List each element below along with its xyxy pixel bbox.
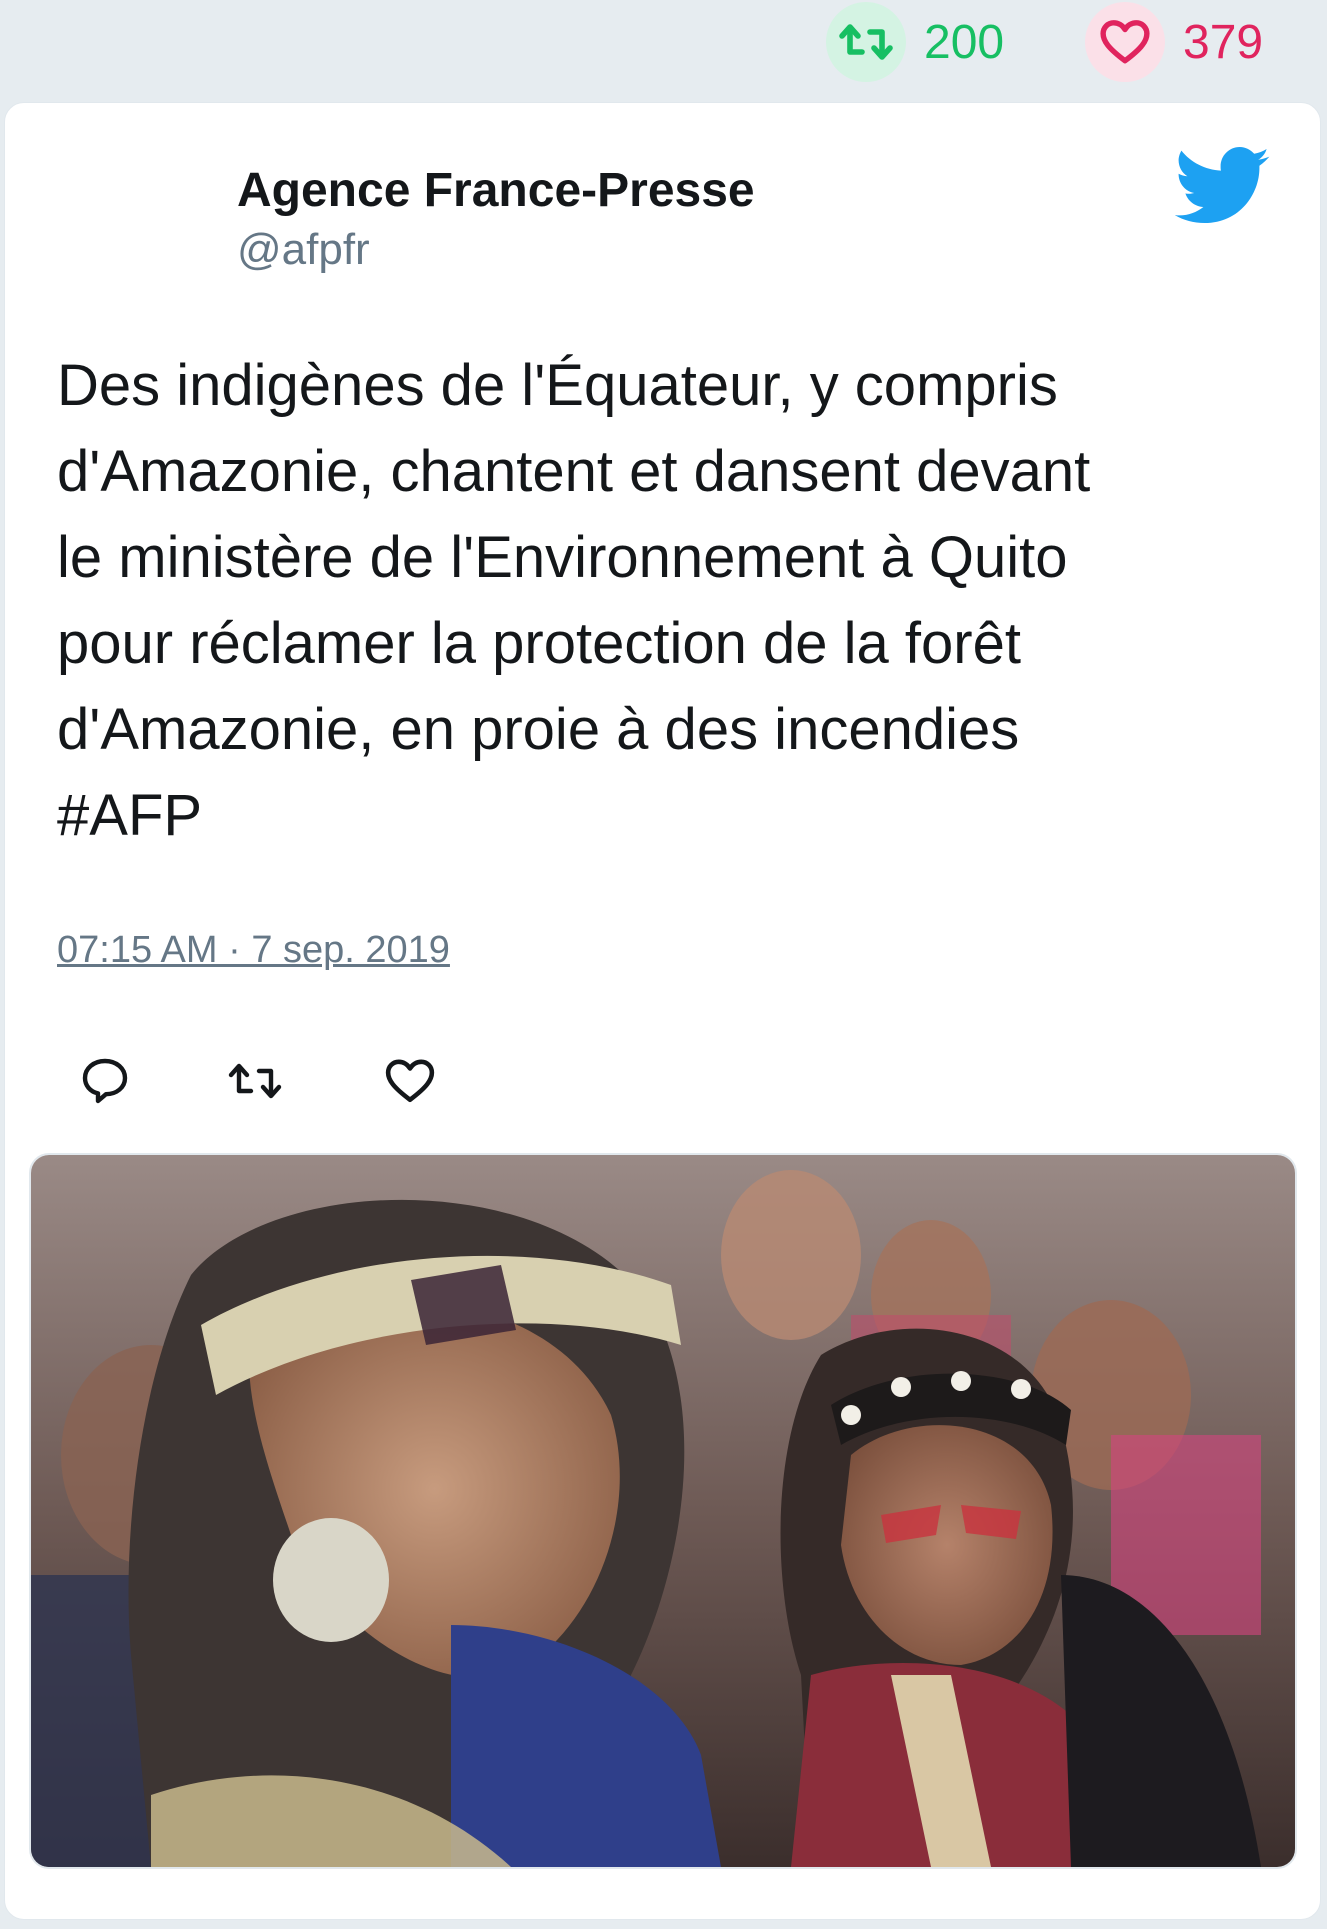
retweet-button[interactable] bbox=[225, 1051, 285, 1111]
photo-indigenous-women bbox=[31, 1155, 1295, 1867]
like-button[interactable] bbox=[380, 1051, 440, 1111]
tweet-text: Des indigènes de l'Équateur, y compris d… bbox=[57, 353, 1091, 848]
reply-icon bbox=[82, 1058, 128, 1104]
retweet-count: 200 bbox=[924, 15, 1005, 69]
retweet-icon bbox=[228, 1063, 282, 1099]
heart-icon[interactable] bbox=[1085, 2, 1165, 82]
author-handle[interactable]: @afpfr bbox=[237, 225, 370, 275]
twitter-bird-icon[interactable] bbox=[1174, 147, 1271, 227]
retweet-icon[interactable] bbox=[826, 2, 906, 82]
like-stat[interactable]: 379 bbox=[1085, 2, 1263, 82]
heart-icon bbox=[385, 1059, 435, 1103]
author-name[interactable]: Agence France-Presse bbox=[237, 163, 755, 218]
tweet-photo[interactable] bbox=[29, 1153, 1297, 1869]
tweet-card: Agence France-Presse @afpfr Des indigène… bbox=[4, 102, 1321, 1920]
tweet-timestamp[interactable]: 07:15 AM · 7 sep. 2019 bbox=[57, 929, 450, 972]
like-count: 379 bbox=[1183, 15, 1264, 69]
retweet-stat[interactable]: 200 bbox=[826, 2, 1004, 82]
reply-button[interactable] bbox=[75, 1051, 135, 1111]
engagement-bar: 200 379 bbox=[0, 0, 1327, 100]
